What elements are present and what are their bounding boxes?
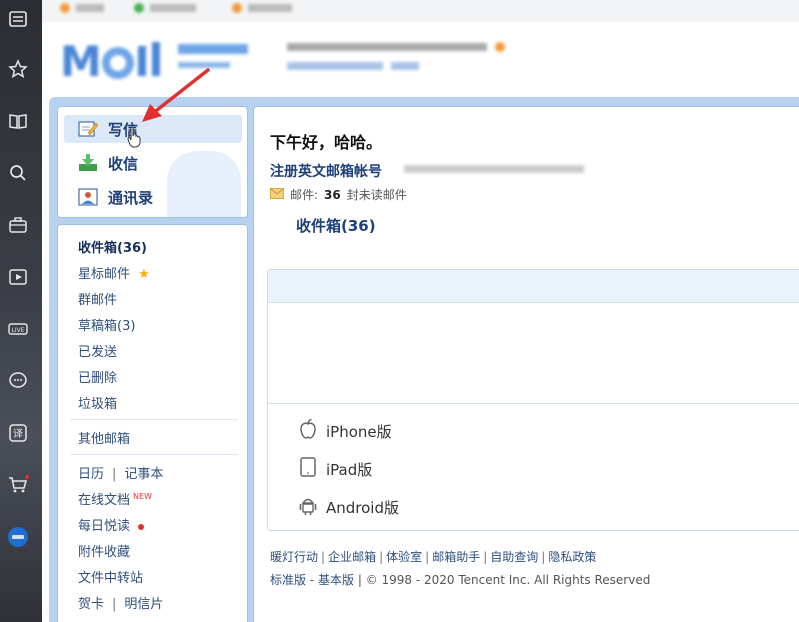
unread-summary: 邮件: 36 封未读邮件 [270, 186, 407, 203]
video-icon[interactable] [7, 266, 29, 288]
blurred-email-hint [404, 163, 584, 176]
hand-cursor-icon [127, 126, 141, 148]
folder-list: 收件箱(36) 星标邮件 ★ 群邮件 草稿箱(3) 已发送 已删除 垃圾箱 其他… [57, 224, 248, 622]
contact-card-icon [78, 188, 98, 206]
news-icon[interactable] [7, 8, 29, 30]
register-english-link[interactable]: 注册英文邮箱帐号 [270, 161, 382, 181]
folder-other-mailboxes[interactable]: 其他邮箱 [78, 428, 130, 447]
folder-drafts[interactable]: 草稿箱(3) [78, 315, 135, 334]
footer-link-enterprise[interactable]: 企业邮箱 [328, 550, 376, 564]
star-icon[interactable] [7, 58, 29, 80]
iphone-app-link[interactable]: iPhone版 [298, 418, 392, 444]
file-transfer-link[interactable]: 文件中转站 [78, 567, 143, 586]
folder-starred[interactable]: 星标邮件 ★ [78, 263, 150, 282]
write-mail-button[interactable]: 写信 [64, 115, 242, 143]
online-docs-link[interactable]: 在线文档 NEW [78, 489, 152, 508]
mail-label: 邮件: [290, 188, 319, 202]
translate-icon[interactable]: 译 [7, 422, 29, 444]
star-icon: ★ [138, 267, 150, 282]
compose-panel: 写信 收信 通讯录 [57, 106, 248, 218]
inbox-shortcut-link[interactable]: 收件箱(36) [296, 215, 376, 236]
unread-count: 36 [324, 187, 341, 202]
copyright-line: 标准版 - 基本版 | © 1998 - 2020 Tencent Inc. A… [270, 573, 651, 587]
copyright-text: © 1998 - 2020 Tencent Inc. All Rights Re… [365, 573, 651, 587]
live-icon[interactable]: LIVE [7, 318, 29, 340]
tools-cards: 贺卡 | 明信片 [78, 597, 164, 612]
search-icon[interactable] [7, 162, 29, 184]
svg-text:M: M [60, 37, 102, 86]
divider [70, 419, 238, 420]
folder-inbox[interactable]: 收件箱(36) [78, 237, 147, 256]
contacts-label: 通讯录 [108, 188, 154, 207]
toolbox-icon[interactable] [7, 214, 29, 236]
chat-icon[interactable] [7, 370, 29, 392]
header: M [42, 22, 799, 100]
download-arrow-icon [78, 154, 98, 172]
tools-calendar-notes: 日历 | 记事本 [78, 467, 164, 482]
folder-spam[interactable]: 垃圾箱 [78, 393, 117, 412]
book-icon[interactable] [7, 110, 29, 132]
new-badge: NEW [133, 491, 152, 501]
calendar-link[interactable]: 日历 [78, 467, 104, 482]
ipad-label: iPad版 [326, 460, 373, 479]
android-icon [298, 494, 318, 520]
ipad-app-link[interactable]: iPad版 [298, 456, 372, 482]
footer-link-warm-light[interactable]: 暖灯行动 [270, 550, 318, 564]
daily-reading-label: 每日悦读 [78, 519, 131, 534]
folder-sent[interactable]: 已发送 [78, 341, 117, 360]
pencil-paper-icon [78, 120, 98, 138]
panel-header [268, 270, 799, 303]
attachments-link[interactable]: 附件收藏 [78, 541, 130, 560]
android-app-link[interactable]: Android版 [298, 494, 399, 520]
app-badge-icon[interactable] [7, 526, 29, 548]
apple-icon [298, 418, 318, 444]
tablet-icon [298, 456, 318, 482]
footer-link-privacy[interactable]: 隐私政策 [548, 550, 596, 564]
greeting-cards-link[interactable]: 贺卡 [78, 597, 104, 612]
folder-deleted[interactable]: 已删除 [78, 367, 117, 386]
greeting-text: 下午好，哈哈。 [270, 133, 383, 152]
basic-version-link[interactable]: 基本版 [318, 573, 354, 587]
unread-suffix: 封未读邮件 [346, 188, 407, 202]
contacts-button[interactable]: 通讯录 [64, 183, 242, 211]
svg-text:LIVE: LIVE [11, 327, 24, 334]
footer-link-lab[interactable]: 体验室 [386, 550, 422, 564]
welcome-pane: 下午好，哈哈。 注册英文邮箱帐号 邮件: 36 封未读邮件 收件箱(36) iP… [253, 106, 799, 622]
divider [268, 403, 799, 404]
footer-link-self-service[interactable]: 自助查询 [490, 550, 538, 564]
footer-link-assistant[interactable]: 邮箱助手 [432, 550, 480, 564]
unread-dot [138, 523, 145, 530]
receive-mail-label: 收信 [108, 154, 139, 173]
notes-link[interactable]: 记事本 [124, 467, 163, 482]
iphone-label: iPhone版 [326, 422, 392, 441]
receive-mail-button[interactable]: 收信 [64, 149, 242, 177]
android-label: Android版 [326, 498, 399, 517]
account-info [287, 42, 505, 70]
divider [70, 454, 238, 455]
cart-icon[interactable] [7, 474, 29, 496]
folder-starred-label: 星标邮件 [78, 267, 131, 282]
postcards-link[interactable]: 明信片 [124, 597, 163, 612]
mobile-apps-panel: iPhone版 iPad版 Android版 [267, 269, 799, 531]
footer-links: 暖灯行动 | 企业邮箱 | 体验室 | 邮箱助手 | 自助查询 | 隐私政策 [270, 550, 597, 564]
online-docs-label: 在线文档 [78, 493, 131, 508]
browser-sidebar: LIVE 译 [0, 0, 42, 622]
mail-logo[interactable]: M [60, 36, 270, 86]
daily-reading-link[interactable]: 每日悦读 [78, 515, 145, 534]
svg-text:译: 译 [13, 428, 23, 440]
standard-version-link[interactable]: 标准版 [270, 573, 306, 587]
top-link-bar [42, 0, 799, 22]
envelope-icon [270, 187, 284, 202]
folder-group[interactable]: 群邮件 [78, 289, 117, 308]
